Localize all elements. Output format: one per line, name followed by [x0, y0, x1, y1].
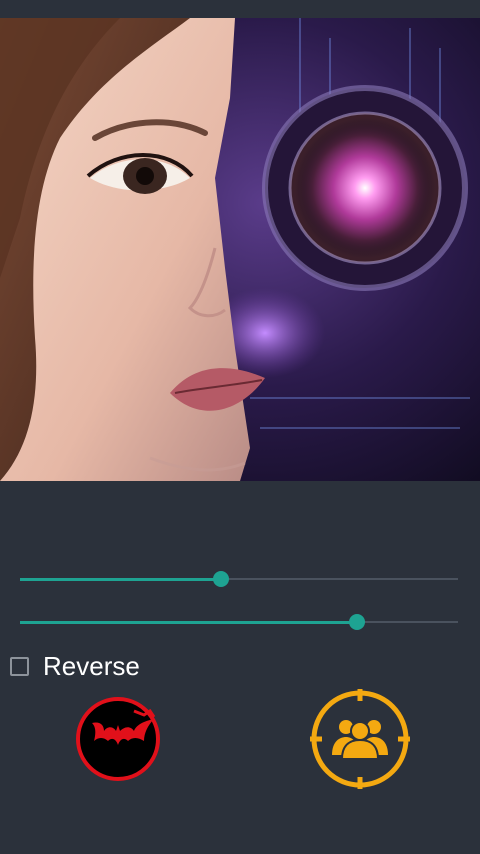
slider-thumb[interactable]	[349, 614, 365, 630]
bat-icon	[76, 697, 160, 781]
reverse-option[interactable]: Reverse	[10, 651, 140, 681]
slider-fill	[20, 578, 221, 581]
slider-thumb[interactable]	[213, 571, 229, 587]
blend-slider[interactable]	[20, 567, 458, 591]
preview-image	[0, 18, 480, 481]
slider-fill	[20, 621, 357, 624]
face-group-button[interactable]	[308, 687, 410, 789]
opacity-slider[interactable]	[20, 610, 458, 634]
group-target-icon	[310, 689, 410, 789]
bat-effect-button[interactable]	[74, 691, 166, 783]
status-bar	[0, 0, 480, 18]
controls-panel: Reverse	[0, 481, 480, 854]
reverse-checkbox[interactable]	[10, 656, 29, 676]
reverse-label: Reverse	[43, 651, 140, 681]
